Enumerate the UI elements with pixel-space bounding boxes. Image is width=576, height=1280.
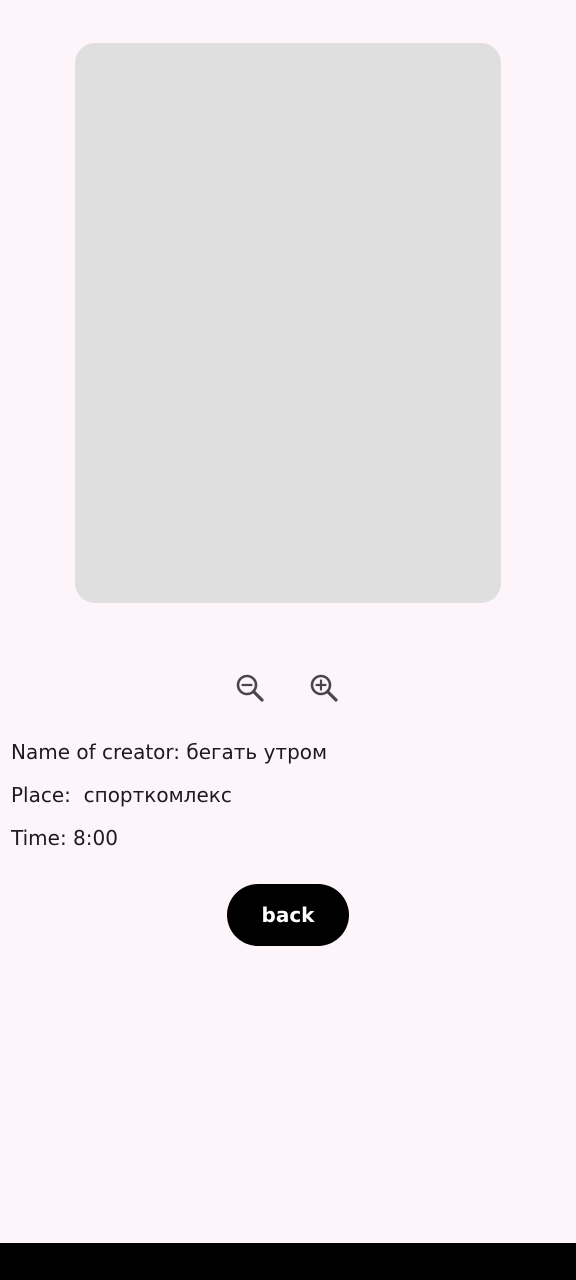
zoom-controls xyxy=(0,668,576,708)
map-view[interactable] xyxy=(75,43,501,603)
zoom-out-button[interactable] xyxy=(230,668,270,708)
creator-text: Name of creator: бегать утром xyxy=(11,740,328,764)
zoom-in-icon xyxy=(310,674,338,702)
zoom-out-icon xyxy=(236,674,264,702)
zoom-in-button[interactable] xyxy=(304,668,344,708)
system-navigation-bar xyxy=(0,1243,576,1280)
time-text: Time: 8:00 xyxy=(11,826,118,850)
back-button[interactable]: back xyxy=(227,884,349,946)
place-text: Place: спорткомлекс xyxy=(11,783,232,807)
